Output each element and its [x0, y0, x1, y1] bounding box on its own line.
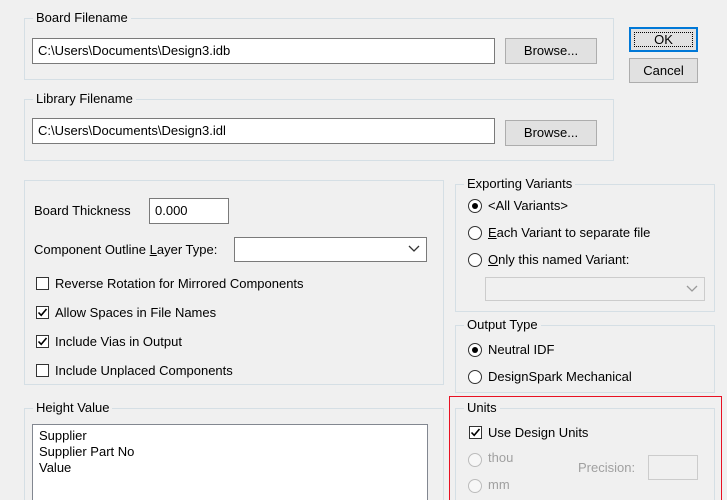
board-thickness-input[interactable]: 0.000 — [149, 198, 229, 224]
named-variant-radio[interactable] — [468, 253, 482, 267]
include-vias-label: Include Vias in Output — [55, 334, 182, 349]
reverse-rotation-checkbox[interactable] — [36, 277, 49, 290]
ok-button-label: OK — [654, 32, 673, 47]
cancel-button[interactable]: Cancel — [629, 58, 698, 83]
designspark-mechanical-label: DesignSpark Mechanical — [488, 369, 632, 384]
exporting-variants-legend: Exporting Variants — [464, 176, 576, 192]
library-filename-legend: Library Filename — [33, 91, 136, 107]
height-value-legend: Height Value — [33, 400, 113, 416]
allow-spaces-checkbox[interactable] — [36, 306, 49, 319]
named-variant-dropdown[interactable] — [485, 277, 705, 301]
units-legend: Units — [464, 400, 500, 416]
layer-type-dropdown[interactable] — [234, 237, 427, 262]
thou-radio[interactable] — [468, 453, 482, 467]
reverse-rotation-label: Reverse Rotation for Mirrored Components — [55, 276, 304, 291]
each-variant-radio[interactable] — [468, 226, 482, 240]
library-filename-input[interactable]: C:\Users\Documents\Design3.idl — [32, 118, 495, 144]
layer-type-label: Component Outline Layer Type: — [34, 242, 218, 257]
list-item[interactable]: Supplier Part No — [39, 444, 421, 460]
mm-label: mm — [488, 477, 510, 492]
include-vias-checkbox[interactable] — [36, 335, 49, 348]
use-design-units-checkbox[interactable] — [469, 426, 482, 439]
allow-spaces-label: Allow Spaces in File Names — [55, 305, 217, 320]
use-design-units-label: Use Design Units — [488, 425, 589, 440]
neutral-idf-label: Neutral IDF — [488, 342, 555, 357]
chevron-down-icon — [686, 285, 698, 292]
check-icon — [37, 308, 48, 317]
include-unplaced-checkbox[interactable] — [36, 364, 49, 377]
neutral-idf-radio[interactable] — [468, 343, 482, 357]
check-icon — [37, 337, 48, 346]
all-variants-radio[interactable] — [468, 199, 482, 213]
output-type-legend: Output Type — [464, 317, 541, 333]
height-value-list[interactable]: Supplier Supplier Part No Value — [32, 424, 428, 500]
designspark-mechanical-radio[interactable] — [468, 370, 482, 384]
precision-label: Precision: — [578, 460, 636, 475]
library-browse-button[interactable]: Browse... — [505, 120, 597, 146]
board-filename-legend: Board Filename — [33, 10, 131, 26]
chevron-down-icon — [408, 245, 420, 252]
all-variants-label: <All Variants> — [488, 198, 568, 213]
check-icon — [470, 428, 481, 437]
thou-label: thou — [488, 450, 514, 465]
include-unplaced-label: Include Unplaced Components — [55, 363, 233, 378]
board-thickness-label: Board Thickness — [34, 203, 131, 218]
precision-input[interactable] — [648, 455, 698, 480]
named-variant-label: Only this named Variant: — [488, 252, 630, 267]
board-browse-button[interactable]: Browse... — [505, 38, 597, 64]
mm-radio[interactable] — [468, 479, 482, 493]
each-variant-label: Each Variant to separate file — [488, 225, 651, 240]
list-item[interactable]: Value — [39, 460, 421, 476]
list-item[interactable]: Supplier — [39, 428, 421, 444]
board-filename-input[interactable]: C:\Users\Documents\Design3.idb — [32, 38, 495, 64]
ok-button[interactable]: OK — [629, 27, 698, 52]
